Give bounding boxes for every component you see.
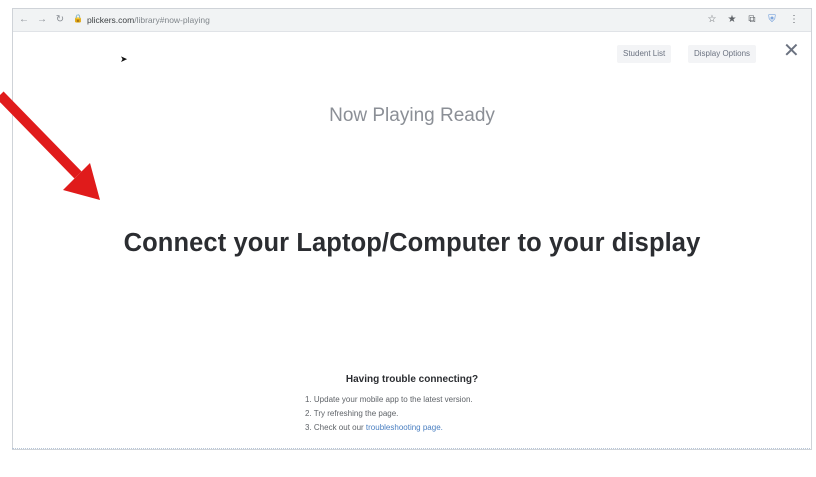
- bottom-divider: [12, 448, 810, 450]
- menu-icon[interactable]: ⋮: [787, 13, 801, 27]
- arrow-annotation-icon: [0, 91, 100, 200]
- display-options-button[interactable]: Display Options: [688, 45, 757, 63]
- connect-message: Connect your Laptop/Computer to your dis…: [123, 229, 701, 257]
- trouble-heading: Having trouble connecting?: [345, 374, 479, 385]
- trouble-step-3: 3. Check out our troubleshooting page.: [305, 421, 473, 435]
- trouble-step-1: 1. Update your mobile app to the latest …: [305, 395, 473, 404]
- trouble-steps: 1. Update your mobile app to the latest …: [305, 393, 473, 435]
- extension-icon[interactable]: ★: [725, 13, 739, 27]
- trouble-step-2: 2. Try refreshing the page.: [305, 409, 399, 418]
- close-icon[interactable]: ✕: [783, 40, 800, 62]
- now-playing-title: Now Playing Ready: [329, 105, 495, 126]
- shield-icon[interactable]: ⛨: [765, 13, 779, 27]
- puzzle-icon[interactable]: ⧉: [745, 13, 759, 27]
- student-list-button[interactable]: Student List: [617, 45, 672, 63]
- star-icon[interactable]: ☆: [705, 13, 719, 27]
- troubleshooting-link[interactable]: troubleshooting page.: [366, 423, 443, 432]
- browser-window: ← → ↻ 🔒 plickers.com/library#now-playing…: [12, 8, 812, 450]
- address-bar[interactable]: ← → ↻ 🔒 plickers.com/library#now-playing…: [13, 9, 811, 32]
- trouble-step-3-prefix: 3. Check out our: [305, 423, 366, 432]
- url-path: /library#now-playing: [134, 15, 210, 25]
